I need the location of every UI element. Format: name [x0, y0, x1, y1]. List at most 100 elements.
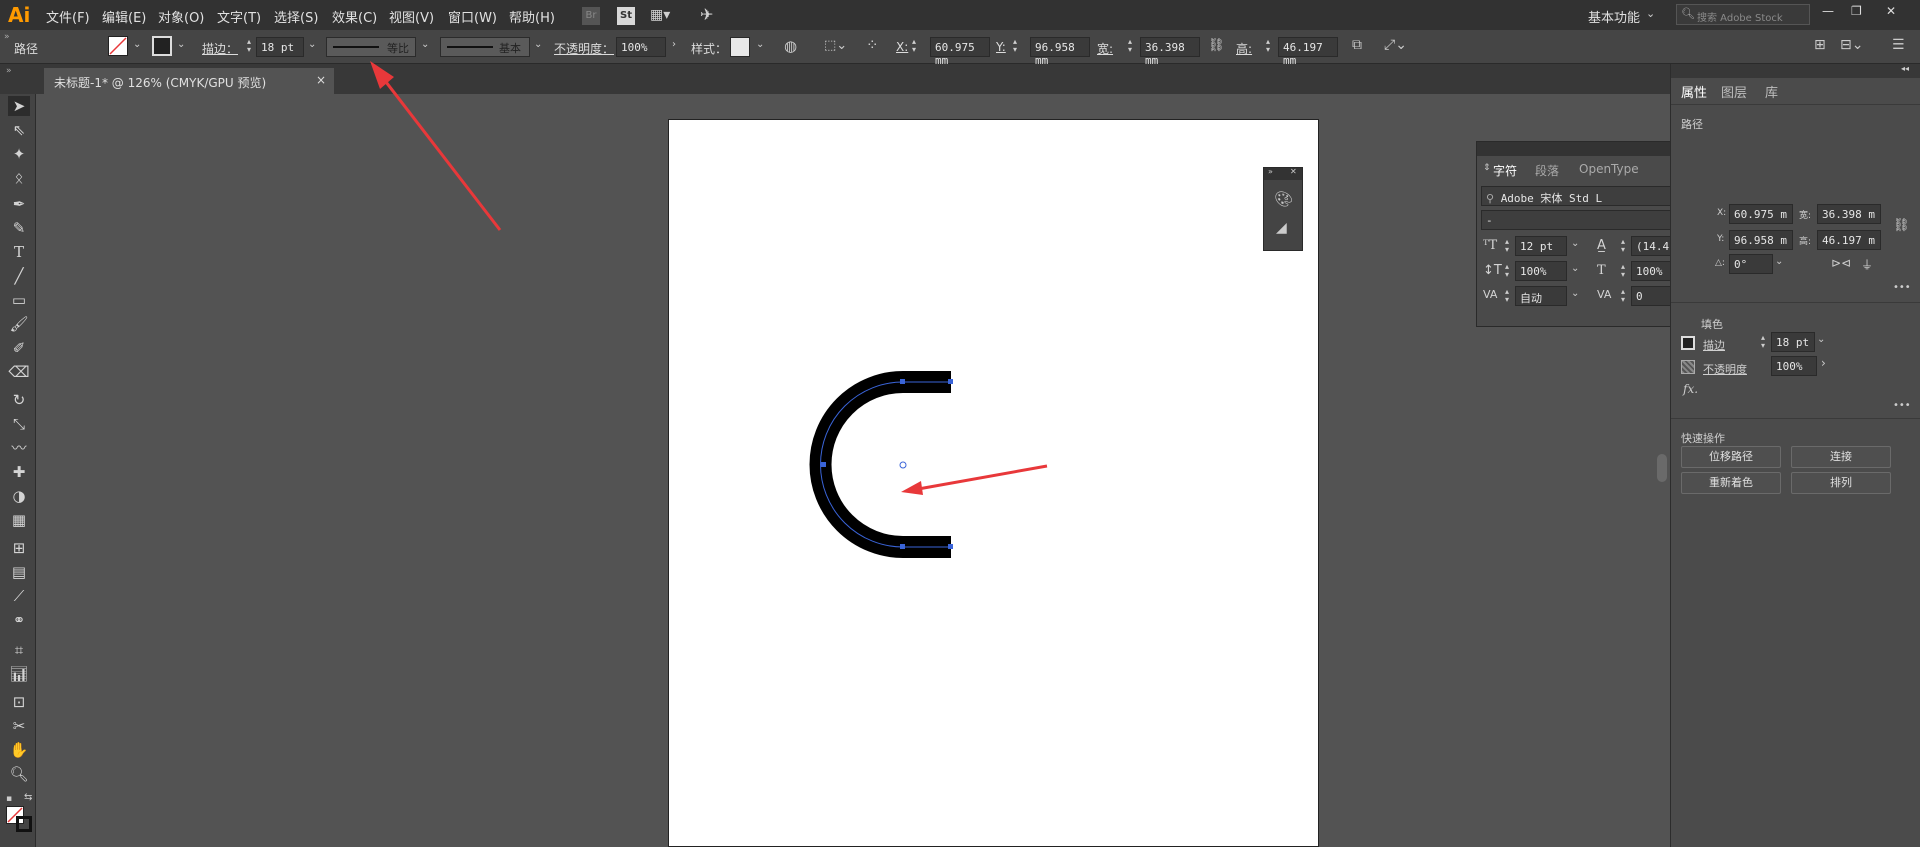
- style-dropdown-icon[interactable]: ⌄: [756, 39, 764, 50]
- document-tab-close-icon[interactable]: ×: [316, 73, 326, 87]
- menu-view[interactable]: 视图(V): [389, 7, 434, 26]
- flip-vertical-icon[interactable]: ⏚: [1861, 256, 1873, 273]
- transform-options-icon[interactable]: ⤢⌄: [1384, 37, 1407, 53]
- shape-builder-tool-icon[interactable]: ◑: [8, 486, 30, 506]
- anchor-point[interactable]: [900, 379, 905, 384]
- stock-search-input[interactable]: 🔍︎ 搜索 Adobe Stock: [1676, 4, 1810, 25]
- menu-window[interactable]: 窗口(W): [448, 7, 497, 26]
- anchor-point[interactable]: [900, 544, 905, 549]
- close-icon[interactable]: ✕: [1290, 167, 1297, 176]
- direct-selection-tool-icon[interactable]: ⇖: [8, 120, 30, 140]
- chevron-down-icon[interactable]: ⌄: [1571, 238, 1579, 249]
- font-size-spinner-icon[interactable]: ▴ ▾: [1505, 238, 1509, 254]
- pen-tool-icon[interactable]: ✒: [8, 194, 30, 214]
- menu-select[interactable]: 选择(S): [274, 7, 318, 26]
- menu-object[interactable]: 对象(O): [158, 7, 204, 26]
- y-spinner-icon[interactable]: ▴ ▾: [1011, 38, 1019, 56]
- recolor-button[interactable]: 重新着色: [1681, 472, 1781, 494]
- width-input[interactable]: 36.398 mm: [1140, 37, 1200, 67]
- warp-tool-icon[interactable]: 〰: [8, 438, 30, 458]
- hscale-spinner-icon[interactable]: ▴ ▾: [1621, 263, 1625, 279]
- anchor-point[interactable]: [948, 379, 953, 384]
- opacity-input[interactable]: 100%: [1771, 356, 1817, 376]
- tab-character[interactable]: 字符: [1493, 162, 1517, 179]
- chevron-down-icon[interactable]: ⌄: [1817, 334, 1825, 345]
- anchor-point[interactable]: [948, 544, 953, 549]
- font-family-select[interactable]: ⚲ Adobe 宋体 Std L ⌄: [1481, 186, 1701, 206]
- stroke-weight-input[interactable]: 18 pt: [1771, 332, 1815, 352]
- height-spinner-icon[interactable]: ▴ ▾: [1264, 38, 1272, 56]
- opacity-label[interactable]: 不透明度：: [554, 40, 614, 57]
- chevron-right-icon[interactable]: ›: [672, 39, 676, 50]
- arrange-button[interactable]: 排列: [1791, 472, 1891, 494]
- arrange-documents-icon[interactable]: ▦▾: [650, 7, 670, 23]
- isolate-object-icon[interactable]: ⧉: [1352, 37, 1362, 53]
- close-icon[interactable]: ✕: [1886, 4, 1896, 18]
- selection-tool-icon[interactable]: ➤: [8, 96, 30, 116]
- flip-horizontal-icon[interactable]: ⊳⊲: [1831, 256, 1851, 270]
- tab-libraries[interactable]: 库: [1765, 82, 1778, 101]
- constrain-proportions-icon[interactable]: ⛓: [1893, 218, 1910, 233]
- transform-reference-icon[interactable]: ⁘: [866, 36, 879, 54]
- constrain-proportions-icon[interactable]: ⛓: [1208, 38, 1225, 53]
- toolbar-collapse-icon[interactable]: »: [6, 66, 12, 76]
- width-input[interactable]: 36.398 m: [1817, 204, 1881, 224]
- vertical-scale-input[interactable]: 100%: [1515, 261, 1567, 281]
- more-options-icon[interactable]: •••: [1893, 282, 1911, 293]
- stroke-weight-dropdown-icon[interactable]: ⌄: [308, 39, 316, 50]
- collapse-icon[interactable]: »: [1268, 167, 1273, 176]
- height-label[interactable]: 高:: [1236, 40, 1252, 57]
- anchor-point[interactable]: [821, 462, 826, 467]
- scale-tool-icon[interactable]: ⤡: [8, 414, 30, 434]
- x-input[interactable]: 60.975 m: [1729, 204, 1793, 224]
- menu-help[interactable]: 帮助(H): [509, 7, 555, 26]
- shaper-tool-icon[interactable]: ✐: [8, 338, 30, 358]
- y-input[interactable]: 96.958 m: [1729, 230, 1793, 250]
- opacity-input[interactable]: 100%: [616, 37, 666, 57]
- chevron-down-icon[interactable]: ⌄: [1571, 263, 1579, 274]
- fill-swatch[interactable]: [108, 36, 128, 56]
- stroke-panel-icon[interactable]: ◢: [1276, 220, 1287, 236]
- eyedropper-tool-icon[interactable]: ⟋: [8, 586, 30, 606]
- workspace-switcher[interactable]: 基本功能: [1588, 7, 1640, 26]
- kerning-input[interactable]: 自动: [1515, 286, 1567, 306]
- zoom-tool-icon[interactable]: 🔍︎: [8, 764, 30, 784]
- swap-colors-icon[interactable]: ⇆: [24, 792, 32, 803]
- tab-paragraph[interactable]: 段落: [1535, 162, 1559, 179]
- align-to-icon[interactable]: ⬚⌄: [824, 38, 847, 53]
- graphic-style-swatch[interactable]: [730, 37, 750, 57]
- stroke-label[interactable]: 描边: [1703, 337, 1725, 353]
- document-tab[interactable]: 未标题-1* @ 126% (CMYK/GPU 预览) ×: [44, 68, 334, 94]
- recolor-artwork-icon[interactable]: ◍: [784, 37, 797, 55]
- leading-spinner-icon[interactable]: ▴ ▾: [1621, 238, 1625, 254]
- join-button[interactable]: 连接: [1791, 446, 1891, 468]
- x-input[interactable]: 60.975 mm: [930, 37, 990, 67]
- height-input[interactable]: 46.197 m: [1817, 230, 1881, 250]
- menu-edit[interactable]: 编辑(E): [102, 7, 146, 26]
- fx-icon[interactable]: fx.: [1683, 382, 1698, 396]
- tab-layers[interactable]: 图层: [1721, 82, 1747, 101]
- default-colors-icon[interactable]: ▪: [6, 794, 12, 804]
- width-label[interactable]: 宽:: [1097, 40, 1113, 57]
- panel-grip-icon[interactable]: »: [4, 32, 10, 42]
- tracking-spinner-icon[interactable]: ▴ ▾: [1621, 288, 1625, 304]
- menu-file[interactable]: 文件(F): [46, 7, 90, 26]
- curvature-tool-icon[interactable]: ✎: [8, 218, 30, 238]
- stroke-swatch[interactable]: [1681, 336, 1695, 350]
- height-input[interactable]: 46.197 mm: [1278, 37, 1338, 67]
- restore-icon[interactable]: ❐: [1851, 4, 1862, 18]
- lasso-tool-icon[interactable]: ᛟ: [8, 168, 30, 188]
- profile-dropdown-icon[interactable]: ⌄: [421, 39, 429, 50]
- artboard-tool-icon[interactable]: ⊡: [8, 692, 30, 712]
- gradient-tool-icon[interactable]: ▤: [8, 562, 30, 582]
- line-tool-icon[interactable]: ╱: [8, 266, 30, 286]
- x-spinner-icon[interactable]: ▴ ▾: [910, 38, 918, 56]
- y-label[interactable]: Y:: [996, 40, 1006, 54]
- column-graph-tool-icon[interactable]: 📊︎: [8, 664, 30, 684]
- panel-scrollbar-thumb[interactable]: [1657, 454, 1667, 482]
- x-label[interactable]: X:: [896, 40, 908, 54]
- stroke-weight-label[interactable]: 描边：: [202, 40, 238, 57]
- bridge-icon[interactable]: Br: [582, 7, 600, 25]
- eraser-tool-icon[interactable]: ⌫: [8, 362, 30, 382]
- paintbrush-tool-icon[interactable]: 🖌︎: [8, 314, 30, 334]
